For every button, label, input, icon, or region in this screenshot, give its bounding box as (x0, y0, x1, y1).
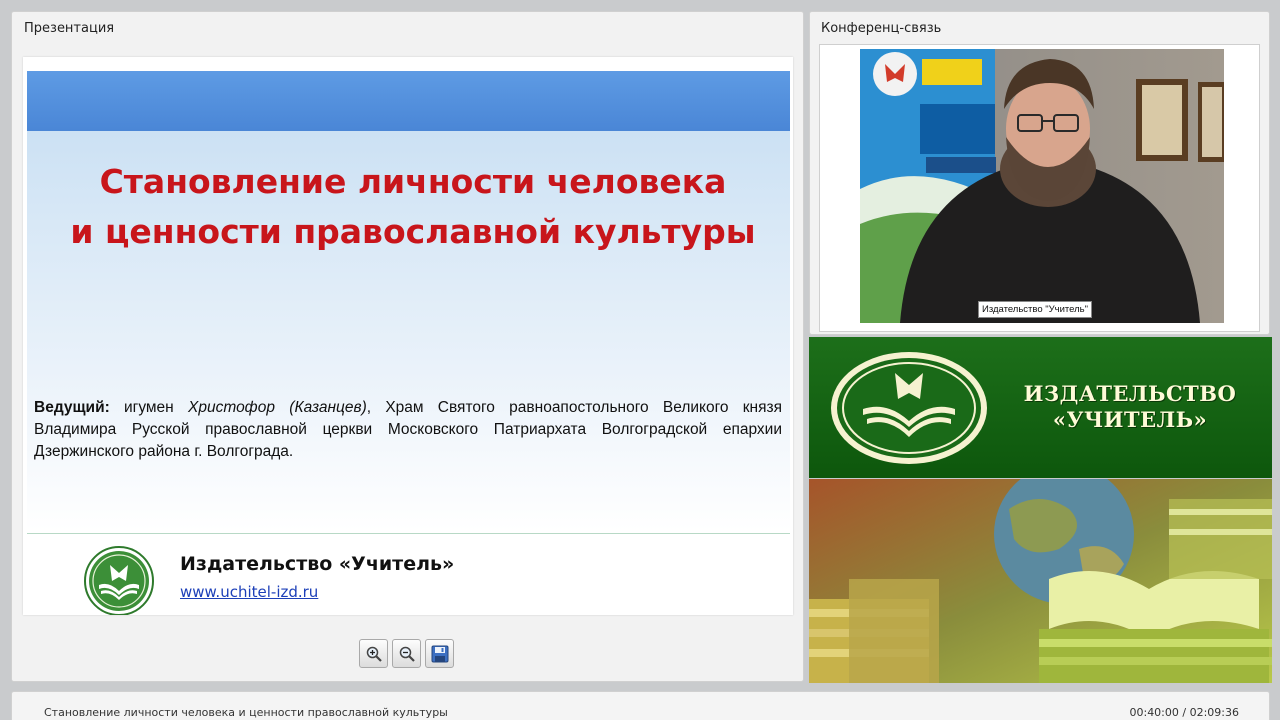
slide-presenter-info: Ведущий: игумен Христофор (Казанцев), Хр… (34, 397, 782, 463)
playback-title: Становление личности человека и ценности… (44, 706, 448, 719)
zoom-out-button[interactable] (392, 639, 421, 668)
publisher-banner-line-1: ИЗДАТЕЛЬСТВО (1023, 381, 1237, 406)
slide-header-band (27, 71, 790, 131)
video-frame: Издательство "Учитель" (819, 44, 1260, 332)
zoom-in-button[interactable] (359, 639, 388, 668)
publisher-banner-line-2: «УЧИТЕЛЬ» (1052, 407, 1208, 432)
slide-publisher-link[interactable]: www.uchitel-izd.ru (180, 583, 318, 601)
zoom-in-icon (366, 646, 382, 662)
playback-time: 00:40:00 / 02:09:36 (1129, 706, 1239, 719)
slide-heading: Становление личности человека и ценности… (43, 157, 783, 257)
slide-publisher-name: Издательство «Учитель» (180, 553, 455, 575)
publisher-banner[interactable]: ИЗДАТЕЛЬСТВО «УЧИТЕЛЬ» (809, 337, 1272, 478)
presenter-name: Христофор (Казанцев) (188, 399, 367, 416)
publisher-logo-icon (84, 546, 154, 615)
playback-bar: Становление личности человека и ценности… (11, 691, 1270, 720)
zoom-out-icon (399, 646, 415, 662)
webcam-video-image (860, 49, 1224, 323)
conference-panel-title: Конференц-связь (821, 21, 942, 36)
slide-heading-line-1: Становление личности человека (99, 162, 727, 201)
books-globe-banner[interactable] (809, 479, 1272, 683)
slide-heading-line-2: и ценности православной культуры (70, 212, 756, 251)
slide-divider (27, 533, 790, 534)
publisher-banner-logo-icon (831, 352, 987, 464)
books-globe-image (809, 479, 1272, 683)
presenter-label: Ведущий: (34, 399, 110, 416)
presenter-title: игумен (124, 399, 174, 416)
publisher-banner-text: ИЗДАТЕЛЬСТВО «УЧИТЕЛЬ» (1005, 381, 1255, 433)
save-button[interactable] (425, 639, 454, 668)
slide-toolbar (359, 639, 454, 668)
presentation-panel-title: Презентация (24, 21, 115, 36)
presentation-panel: Презентация Становление личности человек… (11, 11, 804, 682)
conference-panel: Конференц-связь Издательство "Учитель" (809, 11, 1270, 335)
video-caption: Издательство "Учитель" (978, 301, 1093, 318)
presentation-slide: Становление личности человека и ценности… (23, 57, 793, 615)
webcam-video[interactable]: Издательство "Учитель" (860, 49, 1224, 323)
floppy-disk-icon (431, 645, 448, 662)
